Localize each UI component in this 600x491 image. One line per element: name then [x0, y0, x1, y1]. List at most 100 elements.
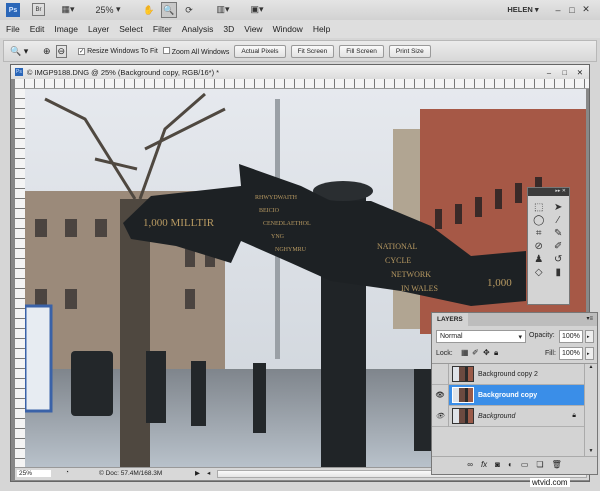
crop-tool-icon[interactable]: ⌗ — [530, 228, 548, 239]
layers-tab[interactable]: LAYERS — [432, 313, 468, 326]
zoom-field[interactable]: 25% — [17, 470, 51, 477]
lock-position-icon[interactable]: ✥ — [483, 348, 490, 357]
status-arrow-icon[interactable]: ▶ — [195, 469, 200, 477]
brush-tool-icon[interactable]: ✐ — [550, 241, 568, 252]
print-size-button[interactable]: Print Size — [388, 44, 431, 58]
maximize-icon[interactable]: □ — [566, 3, 578, 16]
menu-edit[interactable]: Edit — [30, 24, 45, 34]
fill-slider-arrow[interactable]: ▸ — [585, 347, 594, 360]
tool-preset-picker[interactable]: 🔍 ▾ — [10, 46, 38, 57]
zoom-level-dropdown[interactable]: 25% ▾ — [94, 3, 122, 16]
close-icon[interactable]: ✕ — [580, 3, 592, 16]
fit-screen-button[interactable]: Fit Screen — [290, 44, 335, 58]
opacity-input[interactable]: 100% — [559, 330, 583, 343]
bridge-icon[interactable]: Br — [32, 3, 45, 16]
move-tool-icon[interactable]: ➤ — [550, 202, 568, 213]
healing-brush-icon[interactable]: ⊘ — [530, 241, 548, 252]
opacity-slider-arrow[interactable]: ▸ — [585, 330, 594, 343]
menu-help[interactable]: Help — [313, 24, 330, 34]
menu-view[interactable]: View — [244, 24, 262, 34]
delete-layer-icon[interactable]: 🗑︎ — [552, 460, 562, 469]
zoom-all-windows-checkbox[interactable]: Zoom All Windows — [162, 46, 229, 56]
doc-minimize-icon[interactable]: – — [547, 68, 551, 77]
add-mask-icon[interactable]: ◙ — [495, 460, 500, 469]
eye-icon[interactable]: 👁︎ — [432, 405, 449, 427]
vertical-ruler — [15, 89, 25, 468]
new-group-icon[interactable]: ▭ — [521, 460, 529, 469]
adjustment-layer-icon[interactable]: ◐ — [508, 460, 513, 469]
menu-layer[interactable]: Layer — [88, 24, 109, 34]
menu-bar: File Edit Image Layer Select Filter Anal… — [0, 20, 600, 38]
view-extras-icon[interactable]: ▦▾ — [57, 3, 79, 16]
blend-mode-select[interactable]: Normal ▾ — [436, 330, 526, 343]
sign-left-text: 1,000 MILLTIR — [143, 217, 215, 229]
doc-maximize-icon[interactable]: □ — [562, 68, 567, 77]
layer-thumbnail — [452, 387, 474, 403]
scroll-left-icon[interactable]: ◂ — [207, 469, 210, 477]
zoom-out-icon[interactable]: ⊖ — [55, 44, 68, 58]
menu-file[interactable]: File — [6, 24, 20, 34]
arrange-documents-icon[interactable]: ▥▾ — [212, 3, 234, 16]
eraser-tool-icon[interactable]: ◇ — [530, 267, 548, 278]
checkbox-unchecked[interactable] — [162, 46, 170, 54]
new-layer-icon[interactable]: ❏ — [536, 460, 543, 469]
checkbox-checked[interactable]: ✓ — [78, 47, 86, 55]
sign-english-line: NETWORK — [391, 270, 431, 279]
zoom-icon[interactable]: 🔍 — [161, 2, 177, 18]
lock-all-icon[interactable]: 🔒︎ — [494, 348, 498, 358]
menu-image[interactable]: Image — [54, 24, 78, 34]
workspace-switcher[interactable]: HELEN ▾ — [500, 3, 546, 16]
screen-mode-icon[interactable]: ▣▾ — [246, 3, 268, 16]
zoom-level: 25% — [95, 4, 114, 15]
sign-english-line: IN WALES — [401, 284, 438, 293]
fill-screen-button[interactable]: Fill Screen — [339, 44, 384, 58]
lock-icon: 🔒︎ — [572, 412, 576, 419]
eyedropper-icon[interactable]: ✎ — [550, 228, 568, 239]
resize-windows-checkbox[interactable]: ✓ Resize Windows To Fit — [78, 47, 158, 55]
zoom-in-icon[interactable]: ⊕ — [43, 46, 51, 57]
minimize-icon[interactable]: – — [552, 3, 564, 16]
layer-row[interactable]: Background copy 2 — [432, 363, 584, 385]
menu-window[interactable]: Window — [273, 24, 303, 34]
layers-scrollbar[interactable]: ▲ ▼ — [584, 364, 597, 456]
layer-name: Background copy 2 — [478, 370, 538, 378]
history-brush-icon[interactable]: ↺ — [550, 254, 568, 265]
menu-analysis[interactable]: Analysis — [182, 24, 214, 34]
link-layers-icon[interactable]: ∞ — [467, 460, 473, 469]
document-tab[interactable]: Ps © IMGP9188.DNG @ 25% (Background copy… — [11, 65, 589, 79]
ps-logo: Ps — [6, 3, 20, 17]
hand-icon[interactable]: ✋ — [142, 3, 156, 17]
menu-3d[interactable]: 3D — [223, 24, 234, 34]
panel-menu-icon[interactable]: ▾≡ — [586, 315, 593, 322]
lasso-tool-icon[interactable]: ◯ — [530, 215, 548, 226]
layers-list: Background copy 2 👁︎ Background copy 👁︎ … — [432, 363, 597, 456]
lock-transparency-icon[interactable]: ▦ — [461, 348, 469, 357]
layers-panel: LAYERS ▾≡ Normal ▾ Opacity: 100% ▸ Lock: … — [431, 312, 598, 475]
layers-panel-header: LAYERS ▾≡ — [432, 313, 597, 326]
doc-close-icon[interactable]: ✕ — [577, 68, 583, 77]
layer-row[interactable]: 👁︎ Background 🔒︎ — [432, 405, 584, 427]
gradient-tool-icon[interactable]: ▮ — [550, 267, 568, 278]
marquee-tool-icon[interactable]: ⬚ — [530, 202, 548, 213]
layer-row-selected[interactable]: 👁︎ Background copy — [432, 384, 584, 406]
visibility-toggle-off[interactable] — [432, 363, 449, 385]
ps-doc-icon: Ps — [15, 68, 23, 76]
fx-icon[interactable]: fx — [481, 460, 487, 469]
fill-label: Fill: — [545, 350, 556, 357]
rotate-view-icon[interactable]: ⟳ — [182, 3, 196, 17]
fill-input[interactable]: 100% — [559, 347, 583, 360]
tools-panel-header[interactable]: ▸▸ ✕ — [528, 188, 569, 196]
layer-thumbnail — [452, 366, 474, 382]
menu-select[interactable]: Select — [119, 24, 143, 34]
actual-pixels-button[interactable]: Actual Pixels — [234, 44, 286, 58]
sign-welsh-line: CENEDLAETHOL — [263, 221, 311, 227]
sign-welsh-line: YNG — [271, 234, 285, 240]
menu-filter[interactable]: Filter — [153, 24, 172, 34]
eye-icon[interactable]: 👁︎ — [432, 384, 449, 406]
clone-stamp-icon[interactable]: ♟ — [530, 254, 548, 265]
lock-image-icon[interactable]: ✐ — [472, 348, 479, 357]
sign-welsh-line: NGHYMRU — [275, 247, 307, 253]
status-menu-icon[interactable]: ◔ — [65, 469, 69, 476]
magic-wand-icon[interactable]: ⁄ — [550, 215, 568, 226]
layer-thumbnail — [452, 408, 474, 424]
